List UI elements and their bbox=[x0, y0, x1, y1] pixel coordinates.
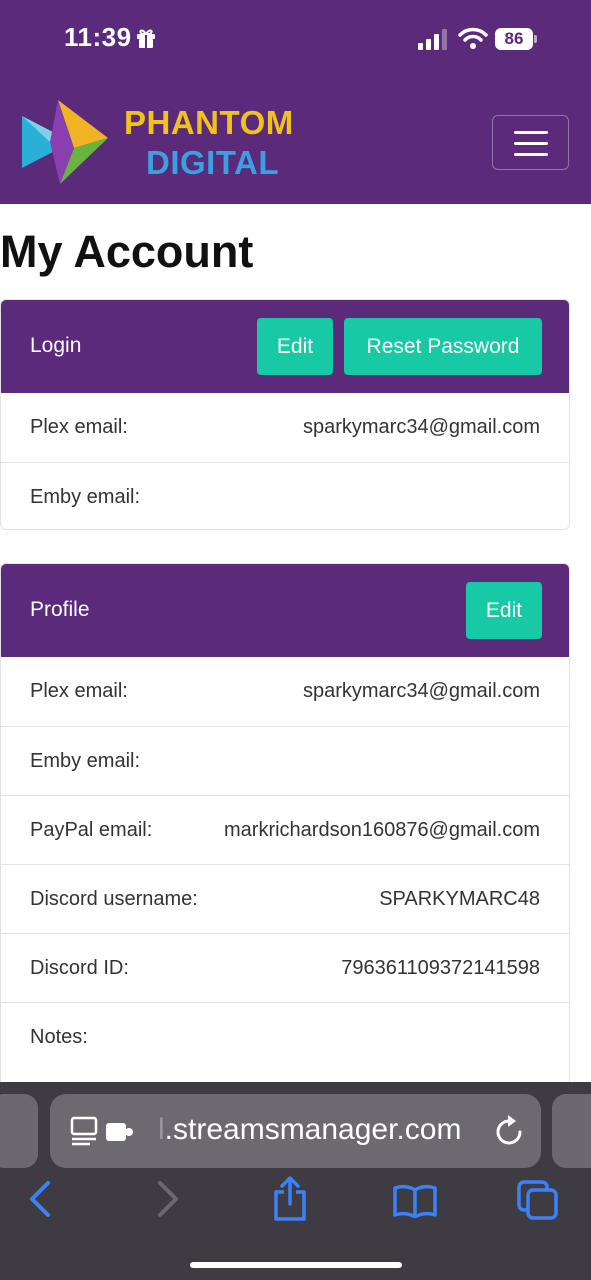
profile-row-discord-id: Discord ID: 796361109372141598 bbox=[1, 933, 569, 1002]
next-tab-preview[interactable] bbox=[552, 1094, 591, 1168]
tabs-icon[interactable] bbox=[517, 1180, 559, 1220]
battery-tip bbox=[534, 35, 537, 43]
profile-card: Profile Edit Plex email: sparkymarc34@gm… bbox=[0, 563, 570, 1123]
row-label: Discord username: bbox=[30, 888, 198, 910]
login-row-plex-email: Plex email: sparkymarc34@gmail.com bbox=[1, 393, 569, 462]
url-prefix: l bbox=[158, 1113, 165, 1146]
extension-icon[interactable] bbox=[105, 1121, 135, 1143]
previous-tab-preview[interactable] bbox=[0, 1094, 38, 1168]
back-icon[interactable] bbox=[28, 1180, 52, 1218]
url-text[interactable]: l.streamsmanager.com bbox=[158, 1113, 461, 1147]
login-card-header: Login Edit Reset Password bbox=[1, 300, 569, 393]
row-value: 796361109372141598 bbox=[341, 957, 540, 979]
menu-icon bbox=[514, 131, 548, 134]
login-card: Login Edit Reset Password Plex email: sp… bbox=[0, 299, 570, 530]
menu-icon-bar bbox=[514, 153, 548, 156]
login-row-emby-email: Emby email: bbox=[1, 462, 569, 529]
row-value: markrichardson160876@gmail.com bbox=[224, 819, 540, 841]
reader-icon[interactable] bbox=[70, 1116, 98, 1146]
status-time: 11:39 bbox=[64, 22, 132, 52]
row-value: sparkymarc34@gmail.com bbox=[302, 416, 540, 438]
brand-line-1: PHANTOM bbox=[124, 104, 294, 141]
profile-row-emby-email: Emby email: bbox=[1, 726, 569, 795]
phantom-digital-logo-icon bbox=[22, 100, 108, 184]
profile-row-notes: Notes: bbox=[1, 1002, 569, 1071]
profile-row-discord-username: Discord username: SPARKYMARC48 bbox=[1, 864, 569, 933]
row-label: Plex email: bbox=[30, 680, 128, 702]
profile-row-plex-email: Plex email: sparkymarc34@gmail.com bbox=[1, 657, 569, 726]
profile-card-header: Profile Edit bbox=[1, 564, 569, 657]
url-domain: .streamsmanager.com bbox=[164, 1113, 462, 1146]
menu-icon-bar bbox=[514, 142, 548, 145]
reload-icon[interactable] bbox=[494, 1114, 526, 1148]
profile-edit-button[interactable]: Edit bbox=[466, 582, 542, 639]
forward-icon[interactable] bbox=[156, 1180, 180, 1218]
row-label: Emby email: bbox=[30, 750, 141, 772]
bookmarks-icon[interactable] bbox=[393, 1184, 437, 1218]
row-label: Notes: bbox=[30, 1026, 88, 1048]
page-title: My Account bbox=[0, 226, 254, 277]
gift-icon bbox=[137, 29, 155, 48]
reset-password-button[interactable]: Reset Password bbox=[344, 318, 542, 375]
browser-toolbar: l.streamsmanager.com bbox=[0, 1082, 591, 1280]
login-edit-button[interactable]: Edit bbox=[257, 318, 333, 375]
login-card-title: Login bbox=[30, 334, 82, 357]
signal-icon bbox=[418, 29, 447, 50]
address-bar[interactable]: l.streamsmanager.com bbox=[50, 1094, 541, 1168]
profile-card-title: Profile bbox=[30, 598, 90, 621]
row-label: Emby email: bbox=[30, 486, 141, 508]
profile-row-paypal-email: PayPal email: markrichardson160876@gmail… bbox=[1, 795, 569, 864]
site-header: 11:39 86 PHANTOM DIGITAL bbox=[0, 0, 591, 204]
wifi-icon bbox=[458, 27, 488, 49]
share-icon[interactable] bbox=[272, 1176, 308, 1222]
row-label: Plex email: bbox=[30, 416, 128, 438]
row-label: Discord ID: bbox=[30, 957, 129, 979]
row-value: sparkymarc34@gmail.com bbox=[302, 680, 540, 702]
brand-line-2: DIGITAL bbox=[146, 144, 280, 181]
home-indicator bbox=[190, 1262, 402, 1268]
row-value: SPARKYMARC48 bbox=[379, 888, 540, 910]
menu-toggle-button[interactable] bbox=[492, 115, 569, 170]
battery-icon: 86 bbox=[495, 28, 533, 50]
row-label: PayPal email: bbox=[30, 819, 153, 841]
